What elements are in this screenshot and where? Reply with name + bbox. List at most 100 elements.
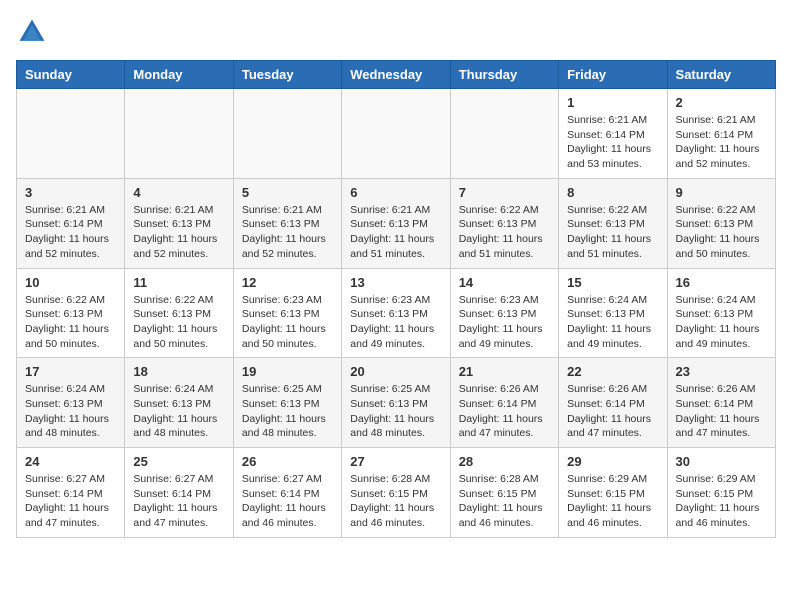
- day-info: Sunrise: 6:29 AMSunset: 6:15 PMDaylight:…: [567, 472, 658, 531]
- calendar-week-row: 17 Sunrise: 6:24 AMSunset: 6:13 PMDayligh…: [17, 358, 776, 448]
- logo: [16, 16, 52, 48]
- day-number: 14: [459, 275, 550, 290]
- calendar-day-cell: [342, 89, 450, 179]
- day-number: 13: [350, 275, 441, 290]
- day-info: Sunrise: 6:25 AMSunset: 6:13 PMDaylight:…: [242, 382, 333, 441]
- calendar-day-cell: 21Sunrise: 6:26 AMSunset: 6:14 PMDayligh…: [450, 358, 558, 448]
- calendar-day-cell: 2Sunrise: 6:21 AMSunset: 6:14 PMDaylight…: [667, 89, 775, 179]
- calendar-day-cell: 27 Sunrise: 6:28 AMSunset: 6:15 PMDayligh…: [342, 448, 450, 538]
- calendar-week-row: 10 Sunrise: 6:22 AMSunset: 6:13 PMDayligh…: [17, 268, 776, 358]
- calendar-day-cell: 28 Sunrise: 6:28 AMSunset: 6:15 PMDayligh…: [450, 448, 558, 538]
- day-info: Sunrise: 6:22 AMSunset: 6:13 PMDaylight:…: [25, 293, 116, 352]
- calendar-day-cell: 4 Sunrise: 6:21 AMSunset: 6:13 PMDaylight…: [125, 178, 233, 268]
- day-number: 19: [242, 364, 333, 379]
- calendar-day-cell: [450, 89, 558, 179]
- day-of-week-header: Thursday: [450, 61, 558, 89]
- day-info: Sunrise: 6:21 AMSunset: 6:14 PMDaylight:…: [567, 113, 658, 172]
- day-info: Sunrise: 6:27 AMSunset: 6:14 PMDaylight:…: [25, 472, 116, 531]
- day-info: Sunrise: 6:28 AMSunset: 6:15 PMDaylight:…: [459, 472, 550, 531]
- day-number: 4: [133, 185, 224, 200]
- day-number: 9: [676, 185, 767, 200]
- day-info: Sunrise: 6:28 AMSunset: 6:15 PMDaylight:…: [350, 472, 441, 531]
- day-number: 15: [567, 275, 658, 290]
- calendar-day-cell: [233, 89, 341, 179]
- calendar-day-cell: 22 Sunrise: 6:26 AMSunset: 6:14 PMDayligh…: [559, 358, 667, 448]
- day-info: Sunrise: 6:24 AMSunset: 6:13 PMDaylight:…: [676, 293, 767, 352]
- calendar-day-cell: 24 Sunrise: 6:27 AMSunset: 6:14 PMDayligh…: [17, 448, 125, 538]
- day-number: 2: [676, 95, 767, 110]
- day-number: 5: [242, 185, 333, 200]
- day-of-week-header: Wednesday: [342, 61, 450, 89]
- day-number: 7: [459, 185, 550, 200]
- day-number: 6: [350, 185, 441, 200]
- calendar-week-row: 1Sunrise: 6:21 AMSunset: 6:14 PMDaylight…: [17, 89, 776, 179]
- day-number: 29: [567, 454, 658, 469]
- day-info: Sunrise: 6:27 AMSunset: 6:14 PMDaylight:…: [133, 472, 224, 531]
- calendar-day-cell: 19 Sunrise: 6:25 AMSunset: 6:13 PMDayligh…: [233, 358, 341, 448]
- day-of-week-header: Tuesday: [233, 61, 341, 89]
- day-info: Sunrise: 6:22 AMSunset: 6:13 PMDaylight:…: [459, 203, 550, 262]
- day-number: 23: [676, 364, 767, 379]
- day-number: 30: [676, 454, 767, 469]
- day-number: 18: [133, 364, 224, 379]
- day-info: Sunrise: 6:26 AMSunset: 6:14 PMDaylight:…: [567, 382, 658, 441]
- day-number: 27: [350, 454, 441, 469]
- day-info: Sunrise: 6:24 AMSunset: 6:13 PMDaylight:…: [133, 382, 224, 441]
- day-info: Sunrise: 6:21 AMSunset: 6:14 PMDaylight:…: [25, 203, 116, 262]
- day-number: 26: [242, 454, 333, 469]
- calendar-header-row: SundayMondayTuesdayWednesdayThursdayFrid…: [17, 61, 776, 89]
- calendar-day-cell: 25 Sunrise: 6:27 AMSunset: 6:14 PMDayligh…: [125, 448, 233, 538]
- day-number: 3: [25, 185, 116, 200]
- day-of-week-header: Saturday: [667, 61, 775, 89]
- calendar-day-cell: 29 Sunrise: 6:29 AMSunset: 6:15 PMDayligh…: [559, 448, 667, 538]
- day-info: Sunrise: 6:22 AMSunset: 6:13 PMDaylight:…: [676, 203, 767, 262]
- calendar-day-cell: 17 Sunrise: 6:24 AMSunset: 6:13 PMDayligh…: [17, 358, 125, 448]
- day-info: Sunrise: 6:24 AMSunset: 6:13 PMDaylight:…: [25, 382, 116, 441]
- calendar-day-cell: 11Sunrise: 6:22 AMSunset: 6:13 PMDayligh…: [125, 268, 233, 358]
- calendar-day-cell: 14 Sunrise: 6:23 AMSunset: 6:13 PMDayligh…: [450, 268, 558, 358]
- day-info: Sunrise: 6:25 AMSunset: 6:13 PMDaylight:…: [350, 382, 441, 441]
- day-number: 20: [350, 364, 441, 379]
- calendar-day-cell: [125, 89, 233, 179]
- day-info: Sunrise: 6:23 AMSunset: 6:13 PMDaylight:…: [242, 293, 333, 352]
- day-number: 25: [133, 454, 224, 469]
- day-info: Sunrise: 6:26 AMSunset: 6:14 PMDaylight:…: [459, 382, 550, 441]
- logo-icon: [16, 16, 48, 48]
- calendar-day-cell: 16 Sunrise: 6:24 AMSunset: 6:13 PMDayligh…: [667, 268, 775, 358]
- day-info: Sunrise: 6:26 AMSunset: 6:14 PMDaylight:…: [676, 382, 767, 441]
- day-info: Sunrise: 6:23 AMSunset: 6:13 PMDaylight:…: [350, 293, 441, 352]
- day-number: 28: [459, 454, 550, 469]
- day-number: 16: [676, 275, 767, 290]
- day-info: Sunrise: 6:23 AMSunset: 6:13 PMDaylight:…: [459, 293, 550, 352]
- day-info: Sunrise: 6:22 AMSunset: 6:13 PMDaylight:…: [567, 203, 658, 262]
- calendar-day-cell: 1Sunrise: 6:21 AMSunset: 6:14 PMDaylight…: [559, 89, 667, 179]
- day-number: 24: [25, 454, 116, 469]
- day-info: Sunrise: 6:21 AMSunset: 6:13 PMDaylight:…: [133, 203, 224, 262]
- calendar-day-cell: 23 Sunrise: 6:26 AMSunset: 6:14 PMDayligh…: [667, 358, 775, 448]
- calendar-day-cell: 20 Sunrise: 6:25 AMSunset: 6:13 PMDayligh…: [342, 358, 450, 448]
- day-info: Sunrise: 6:27 AMSunset: 6:14 PMDaylight:…: [242, 472, 333, 531]
- calendar-week-row: 24 Sunrise: 6:27 AMSunset: 6:14 PMDayligh…: [17, 448, 776, 538]
- day-of-week-header: Sunday: [17, 61, 125, 89]
- calendar-day-cell: 5Sunrise: 6:21 AMSunset: 6:13 PMDaylight…: [233, 178, 341, 268]
- calendar-day-cell: 13 Sunrise: 6:23 AMSunset: 6:13 PMDayligh…: [342, 268, 450, 358]
- calendar-day-cell: 7 Sunrise: 6:22 AMSunset: 6:13 PMDaylight…: [450, 178, 558, 268]
- calendar-week-row: 3 Sunrise: 6:21 AMSunset: 6:14 PMDaylight…: [17, 178, 776, 268]
- day-number: 22: [567, 364, 658, 379]
- calendar-day-cell: 30Sunrise: 6:29 AMSunset: 6:15 PMDayligh…: [667, 448, 775, 538]
- day-of-week-header: Monday: [125, 61, 233, 89]
- day-info: Sunrise: 6:24 AMSunset: 6:13 PMDaylight:…: [567, 293, 658, 352]
- day-number: 10: [25, 275, 116, 290]
- day-info: Sunrise: 6:22 AMSunset: 6:13 PMDaylight:…: [133, 293, 224, 352]
- calendar-day-cell: 18 Sunrise: 6:24 AMSunset: 6:13 PMDayligh…: [125, 358, 233, 448]
- day-info: Sunrise: 6:21 AMSunset: 6:13 PMDaylight:…: [350, 203, 441, 262]
- calendar-day-cell: 26 Sunrise: 6:27 AMSunset: 6:14 PMDayligh…: [233, 448, 341, 538]
- calendar-day-cell: 12 Sunrise: 6:23 AMSunset: 6:13 PMDayligh…: [233, 268, 341, 358]
- calendar-day-cell: 8 Sunrise: 6:22 AMSunset: 6:13 PMDaylight…: [559, 178, 667, 268]
- day-number: 17: [25, 364, 116, 379]
- day-number: 12: [242, 275, 333, 290]
- calendar-day-cell: 15 Sunrise: 6:24 AMSunset: 6:13 PMDayligh…: [559, 268, 667, 358]
- calendar-day-cell: 10 Sunrise: 6:22 AMSunset: 6:13 PMDayligh…: [17, 268, 125, 358]
- day-number: 8: [567, 185, 658, 200]
- calendar-day-cell: [17, 89, 125, 179]
